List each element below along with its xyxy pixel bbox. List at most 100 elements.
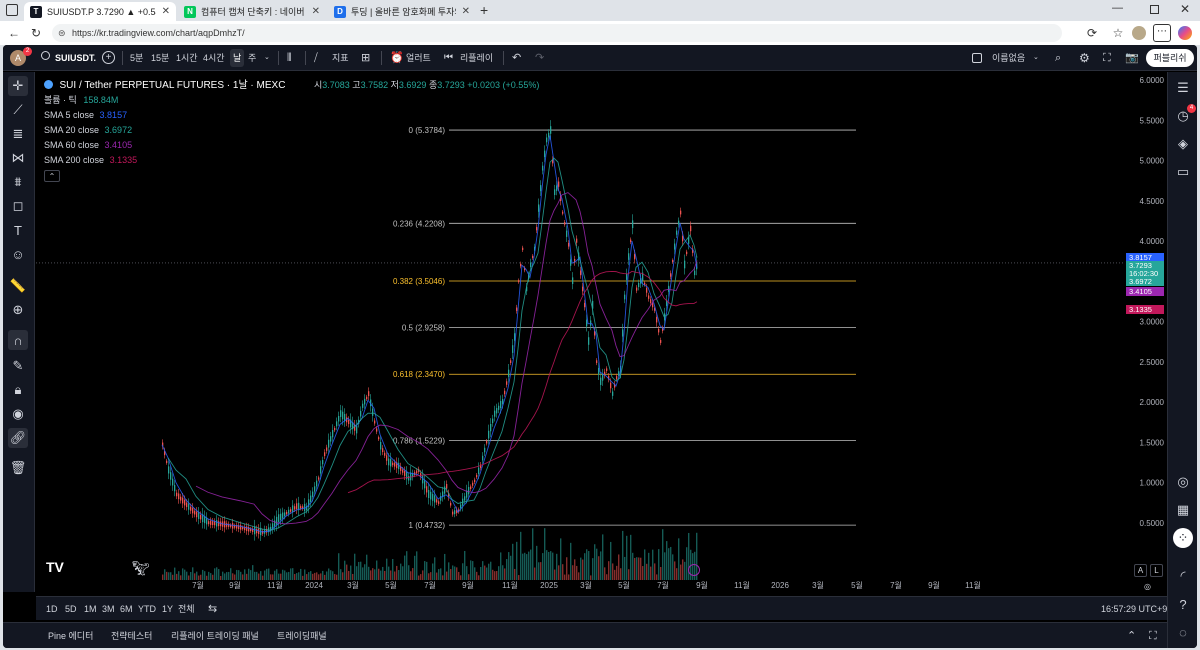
compare-symbol-icon[interactable]: + [102, 51, 115, 64]
sidebar-toggle-icon[interactable] [6, 4, 18, 16]
snapshot-icon[interactable]: 📷 [1125, 45, 1139, 71]
interval-1h[interactable]: 1시간 [176, 45, 198, 71]
range-ytd[interactable]: YTD [138, 597, 156, 621]
close-tab-icon[interactable]: ✕ [462, 6, 470, 17]
collapse-panel-icon[interactable]: ⌃ [1127, 623, 1136, 648]
legend-sma20-row[interactable]: SMA 20 close 3.6972 [44, 123, 539, 138]
ruler-icon[interactable]: 📏 [8, 276, 28, 296]
price-chart[interactable]: 6.00005.50005.00004.50004.00003.50003.00… [36, 72, 1167, 592]
legend-sma5-row[interactable]: SMA 5 close 3.8157 [44, 108, 539, 123]
goto-date-icon[interactable]: ⇆ [208, 597, 217, 621]
range-3m[interactable]: 3M [102, 597, 115, 621]
minimize-icon[interactable]: — [1112, 2, 1123, 14]
tab-strategy-tester[interactable]: 전략테스터 [111, 623, 152, 648]
close-tab-icon[interactable]: ✕ [162, 6, 170, 17]
forecast-icon[interactable]: ⩩ [8, 172, 28, 192]
trend-line-icon[interactable]: ⟋ [8, 100, 28, 120]
undo-icon[interactable]: ↶ [512, 45, 521, 71]
close-tab-icon[interactable]: ✕ [312, 6, 320, 17]
trash-icon[interactable]: 🗑︎ [8, 458, 28, 478]
chat-icon[interactable]: ▭ [1173, 162, 1193, 182]
range-5d[interactable]: 5D [65, 597, 77, 621]
chat-bubble-icon[interactable]: ◌ [1173, 622, 1193, 642]
geometric-shapes-icon[interactable]: ◻ [8, 196, 28, 216]
settings-icon[interactable]: ⚙ [1079, 45, 1090, 71]
extensions-icon[interactable]: ⟳ [1084, 25, 1100, 41]
collapse-legend-icon[interactable]: ⌃ [44, 170, 60, 182]
alert-button[interactable]: 얼러트 [406, 45, 431, 71]
eye-icon[interactable]: ◉ [8, 404, 28, 424]
text-tool-icon[interactable]: T [8, 220, 28, 240]
layout-name-button[interactable]: 이름없음 [992, 45, 1025, 71]
axis-settings-icon[interactable]: ◎ [1144, 582, 1151, 591]
reload-icon[interactable]: ↻ [28, 25, 44, 41]
auto-scale-button[interactable]: A [1134, 564, 1147, 577]
fib-retracement-icon[interactable]: ≣ [8, 124, 28, 144]
watchlist-icon[interactable]: ☰ [1173, 78, 1193, 98]
close-window-icon[interactable]: ✕ [1180, 2, 1190, 16]
calendar-icon[interactable]: ▦ [1173, 500, 1193, 520]
browser-tab-tradingview[interactable]: T SUIUSDT.P 3.7290 ▲ +0.54% 이름 ✕ [24, 2, 176, 21]
goto-live-icon[interactable] [688, 564, 700, 576]
pattern-icon[interactable]: ⋈ [8, 148, 28, 168]
legend-sma200-row[interactable]: SMA 200 close 3.1335 [44, 153, 539, 168]
url-field[interactable]: ⊜ https://kr.tradingview.com/chart/aqpDm… [52, 24, 1062, 42]
indicators-icon[interactable]: ⧸ [314, 45, 318, 71]
range-1m[interactable]: 1M [84, 597, 97, 621]
legend-volume-row[interactable]: 볼륨 · 틱 158.84M [44, 93, 539, 108]
restore-icon[interactable] [1150, 5, 1159, 14]
lock-drawing-icon[interactable]: ✎ [8, 356, 28, 376]
layout-checkbox-icon[interactable] [972, 53, 982, 63]
maximize-panel-icon[interactable]: ⛶ [1149, 623, 1157, 648]
more-menu-icon[interactable]: ⋯ [1153, 24, 1171, 42]
community-icon[interactable]: ⁘ [1173, 528, 1193, 548]
interval-15m[interactable]: 15분 [151, 45, 169, 71]
favorites-icon[interactable]: ☆ [1110, 25, 1126, 41]
symbol-search-button[interactable]: SUIUSDT. [55, 45, 96, 71]
range-1d[interactable]: 1D [46, 597, 58, 621]
profile-icon[interactable] [1132, 26, 1146, 40]
range-all[interactable]: 전체 [178, 597, 195, 621]
browser-tab-tooding[interactable]: D 투딩 | 올바른 암호화폐 투자의 모 ✕ [328, 2, 476, 21]
interval-5m[interactable]: 5분 [130, 45, 143, 71]
tab-pine-editor[interactable]: Pine 에디터 [48, 623, 93, 648]
log-scale-button[interactable]: L [1150, 564, 1163, 577]
emoji-icon[interactable]: ☺ [8, 244, 28, 264]
layout-dropdown-icon[interactable]: ⌄ [1033, 45, 1039, 71]
symbol-title[interactable]: SUI / Tether PERPETUAL FUTURES · 1날 · ME… [60, 80, 286, 91]
search-icon[interactable] [41, 51, 50, 60]
tab-replay-trading[interactable]: 리플레이 트레이딩 패널 [171, 623, 259, 648]
zoom-in-icon[interactable]: ⊕ [8, 300, 28, 320]
dino-icon[interactable]: 🦖︎ [132, 560, 150, 577]
new-tab-icon[interactable]: + [480, 2, 488, 18]
chart-type-icon[interactable]: ⫴ [287, 45, 292, 71]
publish-button[interactable]: 퍼블리쉬 [1146, 49, 1194, 67]
interval-week[interactable]: 주 [248, 45, 256, 71]
site-info-icon[interactable]: ⊜ [58, 24, 66, 42]
fullscreen-icon[interactable]: ⛶ [1103, 45, 1111, 71]
templates-icon[interactable]: ⊞ [361, 45, 370, 71]
range-1y[interactable]: 1Y [162, 597, 173, 621]
alert-icon[interactable]: ⏰ [390, 45, 404, 71]
interval-dropdown-icon[interactable]: ⌄ [264, 45, 270, 71]
back-icon[interactable]: ← [6, 25, 22, 41]
interval-4h[interactable]: 4시간 [203, 45, 225, 71]
help-icon[interactable]: ? [1173, 594, 1193, 614]
quick-search-icon[interactable]: ⌕ [1055, 45, 1061, 71]
browser-tab-naver[interactable]: N 컴퓨터 캡쳐 단축키 : 네이버 검색 ✕ [178, 2, 326, 21]
replay-icon[interactable]: ⏮ [444, 45, 453, 71]
lock-icon[interactable]: 🔒︎ [8, 380, 28, 400]
indicators-button[interactable]: 지표 [332, 45, 349, 71]
range-6m[interactable]: 6M [120, 597, 133, 621]
link-icon[interactable]: 🔗︎ [8, 428, 28, 448]
layers-icon[interactable]: ◈ [1173, 134, 1193, 154]
tab-trading-panel[interactable]: 트레이딩패널 [277, 623, 327, 648]
redo-icon[interactable]: ↷ [535, 45, 544, 71]
copilot-icon[interactable] [1178, 26, 1192, 40]
legend-sma60-row[interactable]: SMA 60 close 3.4105 [44, 138, 539, 153]
interval-day[interactable]: 날 [230, 49, 245, 67]
target-icon[interactable]: ◎ [1173, 472, 1193, 492]
signal-icon[interactable]: ◜ [1173, 566, 1193, 586]
magnet-icon[interactable]: ∩ [8, 330, 28, 350]
crosshair-icon[interactable]: ✛ [8, 76, 28, 96]
